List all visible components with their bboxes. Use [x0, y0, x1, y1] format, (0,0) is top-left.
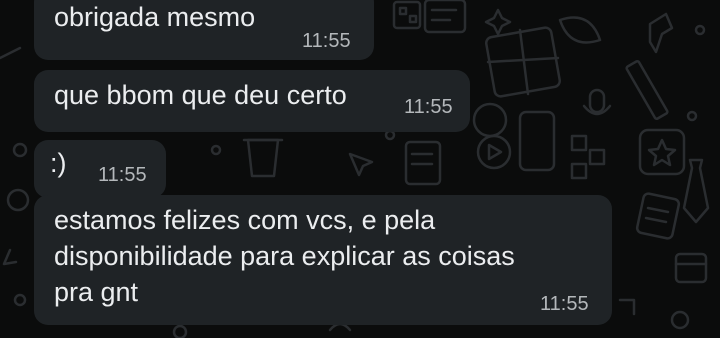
message-bubble[interactable]: obrigada mesmo 11:55 — [34, 0, 374, 60]
chat-messages: obrigada mesmo 11:55 que bbom que deu ce… — [0, 0, 720, 338]
message-time: 11:55 — [404, 96, 453, 118]
message-time: 11:55 — [302, 30, 351, 52]
message-text: obrigada mesmo — [54, 2, 256, 32]
message-time: 11:55 — [540, 293, 589, 315]
message-text: que bbom que deu certo — [54, 80, 347, 110]
message-text: :) — [50, 148, 67, 178]
message-text: estamos felizes com vcs, e pela disponib… — [54, 205, 515, 307]
message-bubble[interactable]: :) 11:55 — [34, 140, 166, 198]
message-bubble[interactable]: que bbom que deu certo 11:55 — [34, 70, 470, 132]
message-bubble[interactable]: estamos felizes com vcs, e pela disponib… — [34, 195, 612, 325]
message-time: 11:55 — [98, 164, 147, 186]
